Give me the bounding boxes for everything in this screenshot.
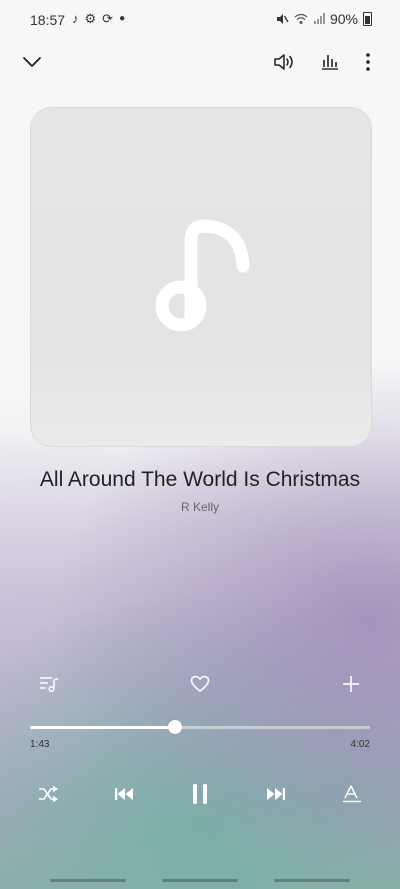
previous-button[interactable] <box>110 780 138 808</box>
gear-icon: ⚙ <box>84 11 97 26</box>
heart-icon <box>190 675 210 692</box>
total-duration: 4:02 <box>350 739 370 750</box>
mute-icon <box>276 14 289 24</box>
lyrics-icon <box>343 785 361 803</box>
playback-controls <box>0 776 400 812</box>
next-icon <box>267 788 285 800</box>
music-note-icon: ♪ <box>72 11 79 26</box>
battery-icon <box>363 12 372 26</box>
add-icon <box>343 676 359 692</box>
album-art <box>30 107 372 447</box>
track-title: All Around The World Is Christmas <box>39 468 361 491</box>
queue-icon <box>40 677 58 693</box>
favorite-button[interactable] <box>187 672 213 696</box>
status-system-icons: 90% <box>275 11 372 27</box>
sync-icon: ⟳ <box>102 11 114 26</box>
nav-recent-button[interactable] <box>50 879 126 882</box>
signal-icon <box>313 13 325 24</box>
action-row <box>0 672 400 696</box>
status-time: 18:57 <box>30 12 66 28</box>
volume-button[interactable] <box>270 48 298 76</box>
add-to-playlist-button[interactable] <box>338 672 364 696</box>
wifi-icon <box>294 13 308 24</box>
music-note-placeholder-icon <box>155 219 250 332</box>
nav-home-button[interactable] <box>162 879 238 882</box>
collapse-button[interactable] <box>18 48 46 76</box>
navigation-bar <box>0 879 400 883</box>
dot-icon: ● <box>119 13 126 24</box>
seek-bar-thumb[interactable] <box>167 720 182 734</box>
elapsed-time: 1:43 <box>30 739 50 750</box>
pause-button[interactable] <box>184 776 216 812</box>
previous-icon <box>115 788 133 800</box>
pause-icon <box>193 784 207 804</box>
status-bar: 18:57 ♪ ⚙ ⟳ ● 90% <box>0 0 400 40</box>
track-artist[interactable]: R Kelly <box>0 500 400 514</box>
queue-button[interactable] <box>36 672 62 696</box>
equalizer-button[interactable] <box>316 48 344 76</box>
more-options-button[interactable] <box>354 48 382 76</box>
shuffle-button[interactable] <box>34 780 62 808</box>
nav-back-button[interactable] <box>274 879 350 882</box>
seek-bar[interactable] <box>30 720 370 734</box>
battery-percentage: 90% <box>329 11 358 27</box>
more-icon <box>366 53 370 71</box>
next-button[interactable] <box>262 780 290 808</box>
lyrics-button[interactable] <box>338 780 366 808</box>
player-top-bar <box>0 44 400 80</box>
chevron-down-icon <box>23 57 41 67</box>
seek-bar-progress <box>30 726 175 729</box>
volume-icon <box>274 54 293 70</box>
equalizer-icon <box>322 55 338 70</box>
status-notification-icons: ♪ ⚙ ⟳ ● <box>72 11 125 27</box>
shuffle-icon <box>39 786 58 802</box>
